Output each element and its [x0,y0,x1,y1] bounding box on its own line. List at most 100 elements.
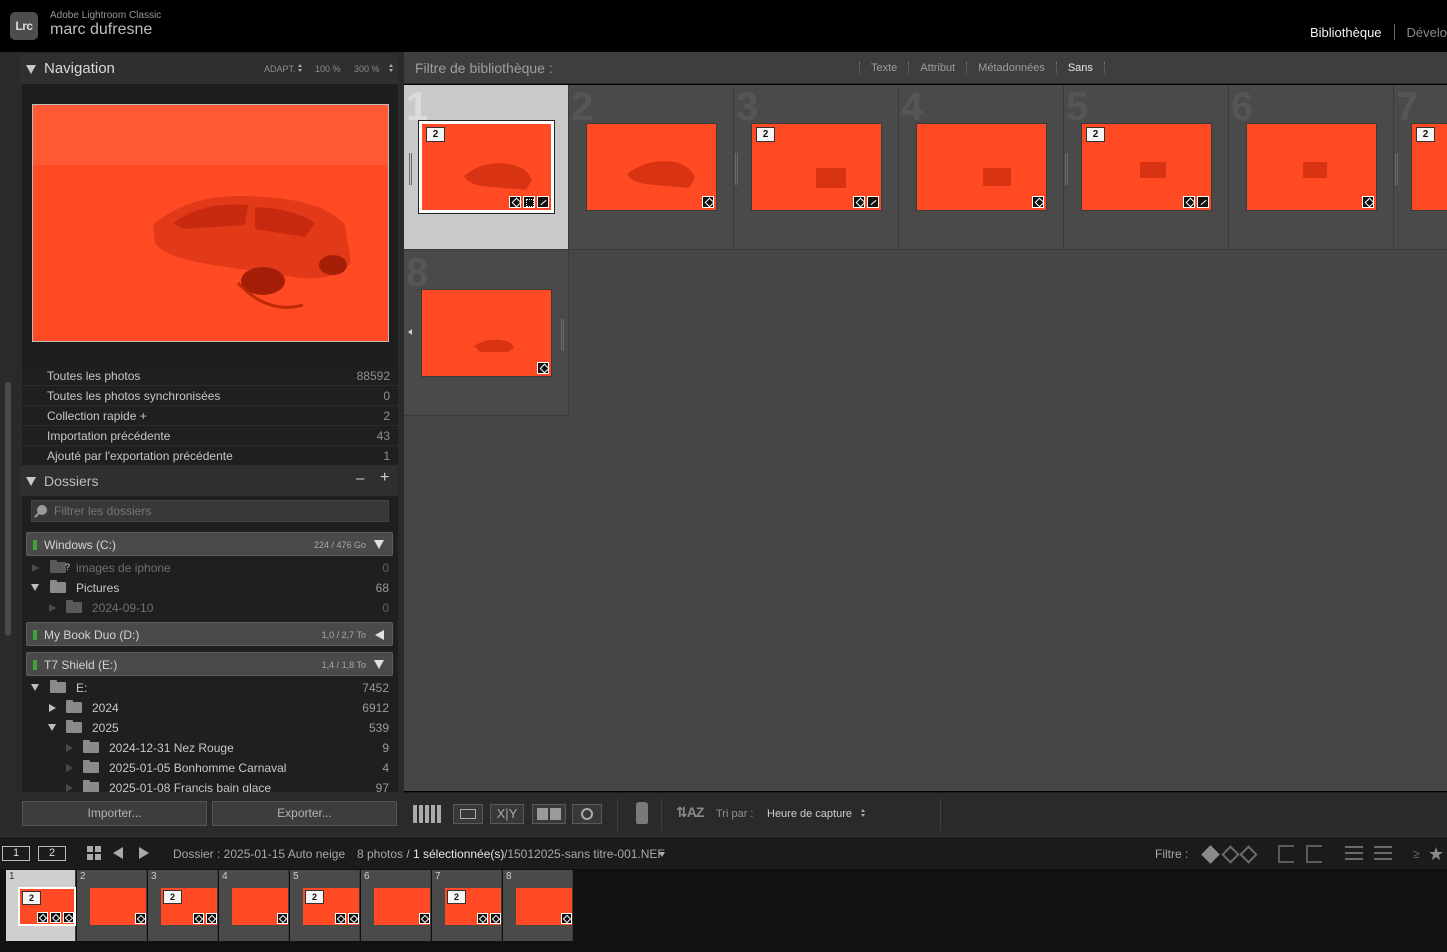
expand-triangle-icon[interactable] [375,630,384,640]
develop-adjust-icon[interactable] [867,196,879,208]
current-folder[interactable]: Dossier : 2025-01-15 Auto neige [173,847,345,861]
filmstrip-thumbnail[interactable]: 2 [18,887,76,926]
virtual-copy-filter-icon[interactable] [1278,845,1294,863]
grid-cell[interactable]: 8 [404,251,569,416]
photo-thumbnail[interactable] [1246,123,1377,211]
module-develop[interactable]: Dévelo [1395,25,1447,40]
keyword-tag-icon[interactable] [561,913,572,924]
stack-count-badge[interactable]: 2 [163,890,182,904]
filmstrip-thumbnail[interactable] [232,888,288,925]
loupe-view-icon[interactable] [453,804,483,824]
keyword-tag-icon[interactable] [277,913,288,924]
filmstrip-thumbnail[interactable]: 2 [445,888,501,925]
keyword-tag-icon[interactable] [853,196,865,208]
painter-spray-icon[interactable] [636,802,648,824]
stack-count-badge[interactable]: 2 [1416,127,1435,142]
drag-grip-icon[interactable] [1065,153,1068,185]
sort-value[interactable]: Heure de capture [767,808,852,820]
expand-triangle-icon[interactable] [66,764,73,772]
photo-thumbnail[interactable]: 2 [1411,123,1447,211]
grid-cell[interactable]: 6 [1229,85,1394,250]
survey-view-icon[interactable] [532,804,566,824]
unedited-filter-icon[interactable] [1374,846,1392,862]
export-button[interactable]: Exporter... [212,801,397,826]
compare-view-icon[interactable]: X|Y [490,804,524,824]
keyword-tag-icon[interactable] [509,196,521,208]
folder-filter-input[interactable] [54,503,384,519]
photo-thumbnail[interactable] [421,289,552,377]
photo-thumbnail[interactable] [916,123,1047,211]
develop-adjust-icon[interactable] [1197,196,1209,208]
updown-arrows-icon[interactable] [389,64,394,73]
rating-operator[interactable]: ≥ [1413,847,1420,861]
expand-triangle-icon[interactable] [66,784,73,792]
filter-metadata[interactable]: Métadonnées [966,62,1056,74]
filmstrip-cell[interactable]: 3 2 [148,870,218,941]
zoom-100[interactable]: 100 % [315,64,341,74]
crop-icon[interactable] [50,912,61,923]
filter-none[interactable]: Sans [1055,62,1105,74]
filmstrip-thumbnail[interactable]: 2 [161,888,217,925]
filmstrip-thumbnail[interactable] [516,888,572,925]
updown-arrows-icon[interactable] [298,64,303,73]
grid-cell[interactable]: 5 2 [1064,85,1229,250]
second-screen-button[interactable]: 2 [38,846,66,861]
folder-row-nez-rouge[interactable]: 2024-12-31 Nez Rouge 9 [22,738,398,758]
drag-grip-icon[interactable] [735,153,738,185]
folders-header[interactable]: Dossiers – + [20,466,398,496]
keyword-tag-icon[interactable] [1183,196,1195,208]
folder-row-2025[interactable]: 2025 539 [22,718,398,738]
updown-arrows-icon[interactable] [861,809,866,818]
grid-view-icon[interactable] [413,805,443,823]
filmstrip-cell[interactable]: 7 2 [432,870,502,941]
module-library[interactable]: Bibliothèque [1298,25,1394,40]
stack-count-badge[interactable]: 2 [305,890,324,904]
grid-cell[interactable]: 4 [899,85,1064,250]
stack-count-badge[interactable]: 2 [756,127,775,142]
catalog-row-previous-export[interactable]: Ajouté par l'exportation précédente 1 [22,446,398,466]
develop-adjust-icon[interactable] [63,912,74,923]
import-button[interactable]: Importer... [22,801,207,826]
chevron-down-icon[interactable] [659,852,665,857]
photo-thumbnail[interactable]: 2 [751,123,882,211]
filmstrip-cell[interactable]: 1 2 [6,870,76,941]
develop-adjust-icon[interactable] [537,196,549,208]
keyword-tag-icon[interactable] [335,913,346,924]
folder-row-images-iphone[interactable]: ? images de iphone 0 [22,558,398,578]
folder-row-pictures[interactable]: Pictures 68 [22,578,398,598]
keyword-tag-icon[interactable] [477,913,488,924]
keyword-tag-icon[interactable] [37,912,48,923]
collapse-triangle-icon[interactable] [31,684,39,691]
remove-folder-button[interactable]: – [356,470,364,487]
expand-triangle-icon[interactable] [374,660,384,669]
photo-thumbnail[interactable]: 2 [1081,123,1212,211]
develop-adjust-icon[interactable] [206,913,217,924]
keyword-tag-icon[interactable] [419,913,430,924]
keyword-tag-icon[interactable] [193,913,204,924]
volume-e[interactable]: T7 Shield (E:) 1,4 / 1,8 To [26,652,393,676]
stack-count-badge[interactable]: 2 [22,891,41,905]
catalog-row-synced[interactable]: Toutes les photos synchronisées 0 [22,386,398,406]
collapse-triangle-icon[interactable] [31,584,39,591]
catalog-row-quick-collection[interactable]: Collection rapide + 2 [22,406,398,426]
edited-filter-icon[interactable] [1345,846,1363,862]
filter-text[interactable]: Texte [859,62,908,74]
expand-triangle-icon[interactable] [374,540,384,549]
main-screen-button[interactable]: 1 [2,846,30,861]
drag-grip-icon[interactable] [561,319,564,351]
folder-row-2024[interactable]: 2024 6912 [22,698,398,718]
add-folder-button[interactable]: + [380,469,389,487]
keyword-tag-icon[interactable] [702,196,714,208]
expand-triangle-icon[interactable] [32,564,39,572]
catalog-row-all-photos[interactable]: Toutes les photos 88592 [22,366,398,386]
back-arrow-icon[interactable] [113,847,123,859]
keyword-tag-icon[interactable] [1032,196,1044,208]
master-photo-filter-icon[interactable] [1306,845,1322,863]
filmstrip-cell[interactable]: 4 [219,870,289,941]
folder-row-francis-bain-glace[interactable]: 2025-01-08 Francis bain glace 97 [22,778,398,792]
navigator-preview-image[interactable] [32,104,389,342]
filmstrip-thumbnail[interactable] [374,888,430,925]
volume-c[interactable]: Windows (C:) 224 / 476 Go [26,532,393,556]
folder-row-2024-09-10[interactable]: 2024-09-10 0 [22,598,398,618]
selected-filename[interactable]: /15012025-sans titre-001.NEF [504,847,665,861]
